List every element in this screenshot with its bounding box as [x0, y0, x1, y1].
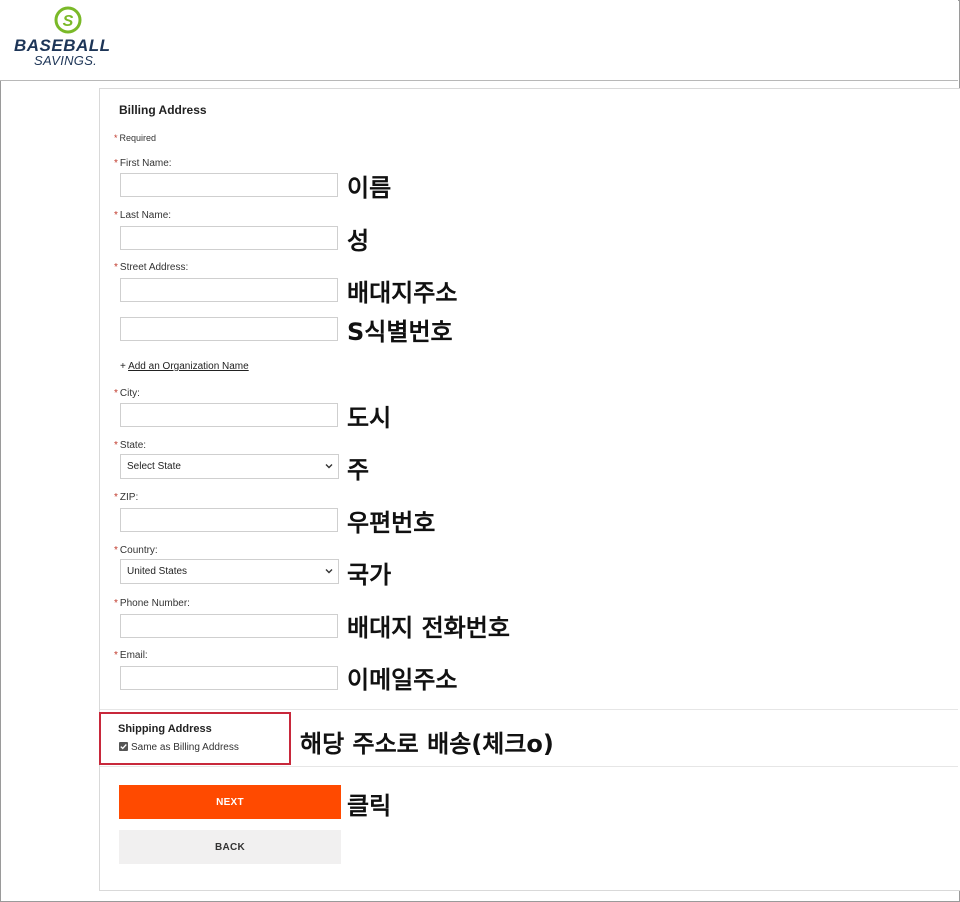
chevron-down-icon — [325, 569, 333, 574]
first-name-input[interactable] — [120, 173, 338, 197]
street-address-input[interactable] — [120, 278, 338, 302]
required-star: * — [114, 545, 118, 556]
annotation-first-name: 이름 — [347, 174, 392, 202]
required-star: * — [114, 650, 118, 661]
add-organization-link-text[interactable]: Add an Organization Name — [128, 361, 249, 372]
first-name-label: * First Name: — [114, 158, 172, 169]
shipping-address-title: Shipping Address — [118, 723, 212, 735]
same-as-billing-checkbox[interactable] — [119, 742, 128, 751]
annotation-phone: 배대지 전화번호 — [347, 614, 510, 642]
required-star: * — [114, 598, 118, 609]
country-label: * Country: — [114, 545, 158, 556]
annotation-next: 클릭 — [347, 792, 392, 820]
site-header: S BASEBALL SAVINGS. — [0, 0, 958, 81]
state-select-value: Select State — [127, 461, 181, 472]
zip-label: * ZIP: — [114, 492, 138, 503]
annotation-city: 도시 — [347, 404, 392, 432]
state-label: * State: — [114, 440, 146, 451]
email-input[interactable] — [120, 666, 338, 690]
email-label-text: Email: — [119, 650, 148, 661]
billing-address-title: Billing Address — [119, 103, 207, 117]
last-name-label: * Last Name: — [114, 210, 171, 221]
chevron-down-icon — [325, 464, 333, 469]
required-star: * — [114, 440, 118, 451]
annotation-email: 이메일주소 — [347, 666, 458, 694]
required-star: * — [114, 262, 118, 273]
email-label: * Email: — [114, 650, 148, 661]
zip-input[interactable] — [120, 508, 338, 532]
section-divider — [100, 766, 958, 767]
required-star: * — [114, 210, 118, 221]
city-label-text: City: — [119, 388, 140, 399]
brand-logo[interactable]: S BASEBALL SAVINGS. — [14, 6, 124, 70]
required-star: * — [114, 388, 118, 399]
phone-input[interactable] — [120, 614, 338, 638]
country-select-value: United States — [127, 566, 188, 577]
annotation-country: 국가 — [347, 561, 392, 589]
annotation-street: 배대지주소 — [347, 279, 458, 307]
checkout-form-panel — [99, 88, 960, 891]
same-as-billing-label[interactable]: Same as Billing Address — [131, 742, 239, 753]
annotation-street2: S식별번호 — [347, 318, 453, 346]
section-divider — [100, 709, 958, 710]
svg-text:S: S — [63, 13, 74, 30]
state-label-text: State: — [119, 440, 147, 451]
last-name-input[interactable] — [120, 226, 338, 250]
last-name-label-text: Last Name: — [119, 210, 172, 221]
shipping-highlight-box — [99, 712, 291, 765]
baseball-logo-icon: S — [54, 6, 82, 34]
country-select[interactable]: United States — [120, 559, 339, 584]
add-organization-prefix: + — [120, 361, 129, 372]
required-note: * Required — [114, 133, 156, 143]
street-address-line2-input[interactable] — [120, 317, 338, 341]
street-address-label-text: Street Address: — [119, 262, 189, 273]
brand-name-line2: SAVINGS. — [34, 53, 98, 68]
next-button[interactable]: NEXT — [119, 785, 341, 819]
add-organization-link[interactable]: + Add an Organization Name — [120, 361, 249, 372]
checkmark-icon — [120, 744, 127, 750]
annotation-state: 주 — [347, 456, 370, 484]
zip-label-text: ZIP: — [119, 492, 139, 503]
required-text: Required — [119, 133, 157, 143]
first-name-label-text: First Name: — [119, 158, 172, 169]
required-star: * — [114, 158, 118, 169]
phone-label-text: Phone Number: — [119, 598, 190, 609]
country-label-text: Country: — [119, 545, 158, 556]
state-select[interactable]: Select State — [120, 454, 339, 479]
required-star: * — [114, 492, 118, 503]
required-star: * — [114, 133, 118, 143]
city-label: * City: — [114, 388, 140, 399]
phone-label: * Phone Number: — [114, 598, 190, 609]
annotation-last-name: 성 — [347, 227, 370, 255]
annotation-shipping: 해당 주소로 배송(체크o) — [300, 730, 554, 758]
annotation-zip: 우편번호 — [347, 509, 436, 537]
back-button[interactable]: BACK — [119, 830, 341, 864]
city-input[interactable] — [120, 403, 338, 427]
street-address-label: * Street Address: — [114, 262, 188, 273]
